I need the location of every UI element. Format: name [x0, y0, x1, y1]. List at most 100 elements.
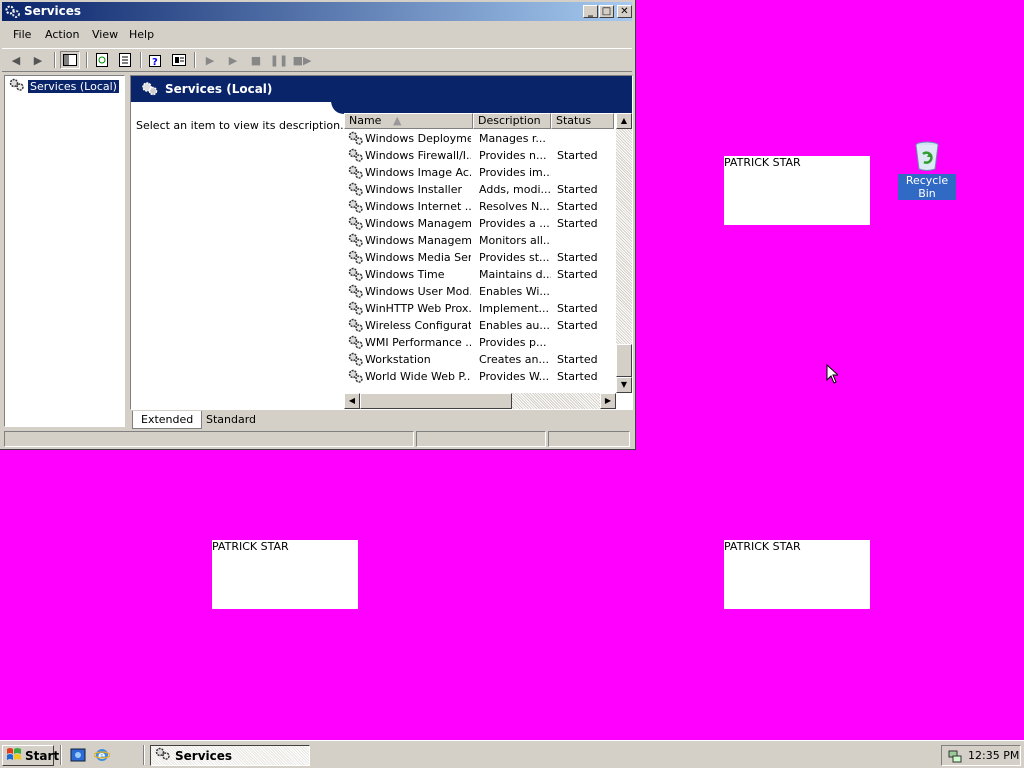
menu-file[interactable]: File [13, 28, 31, 41]
scroll-down-button[interactable]: ▼ [616, 377, 632, 393]
service-description: Provides W... [479, 370, 550, 383]
service-row[interactable]: Windows Firewall/I... Provides n... Starte… [344, 147, 614, 164]
recycle-bin[interactable]: Recycle Bin [898, 140, 956, 200]
horizontal-scroll-thumb[interactable] [360, 393, 512, 409]
help-icon[interactable]: ? [146, 51, 166, 69]
menu-bar: File Action View Help [2, 24, 632, 46]
service-row[interactable]: Windows Installer Adds, modi... Started [344, 181, 614, 198]
taskbar-services-button[interactable]: Services [150, 745, 310, 766]
mouse-cursor-icon [826, 364, 838, 384]
list-header: Name ▲ Description Status [344, 113, 614, 129]
service-row[interactable]: Windows Time Maintains d... Started [344, 266, 614, 283]
start-button[interactable]: Start [2, 745, 59, 766]
task-label: Services [175, 748, 233, 763]
details-pane: Services (Local) Select an item to view … [130, 75, 633, 410]
service-status: Started [557, 149, 598, 162]
service-name: Windows User Mod... [365, 285, 471, 298]
console-tree: Services (Local) [4, 75, 125, 427]
tab-standard[interactable]: Standard [198, 411, 264, 428]
service-row[interactable]: Windows User Mod... Enables Wi... [344, 283, 614, 300]
service-row[interactable]: World Wide Web P... Provides W... Started [344, 368, 614, 385]
windows-logo-icon [6, 747, 22, 764]
service-row[interactable]: Windows Internet ... Resolves N... Started [344, 198, 614, 215]
svg-text:e: e [98, 749, 105, 762]
export-list-icon[interactable] [115, 51, 135, 69]
service-row[interactable]: Windows Image Ac... Provides im... [344, 164, 614, 181]
column-header-status[interactable]: Status [551, 113, 614, 129]
service-status: Started [557, 319, 598, 332]
toolbar-separator [140, 52, 142, 68]
menu-help[interactable]: Help [129, 28, 154, 41]
services-gear-icon [5, 4, 21, 19]
svg-text:?: ? [152, 57, 158, 67]
menu-view[interactable]: View [92, 28, 118, 41]
title-bar[interactable]: Services _ □ ✕ [2, 2, 632, 21]
service-row[interactable]: Windows Media Ser... Provides st... Starte… [344, 249, 614, 266]
service-description: Resolves N... [479, 200, 550, 213]
services-gear-icon [155, 747, 171, 764]
service-row[interactable]: WMI Performance ... Provides p... [344, 334, 614, 351]
service-name: Windows Image Ac... [365, 166, 471, 179]
service-name: Windows Media Ser... [365, 251, 471, 264]
service-row[interactable]: Windows Deployme... Manages r... [344, 130, 614, 147]
service-status: Started [557, 302, 598, 315]
horizontal-scrollbar[interactable]: ◀ ▶ [344, 393, 616, 409]
vertical-scrollbar[interactable]: ▲ ▼ [616, 113, 632, 393]
toolbar-separator [86, 52, 88, 68]
show-hide-tree-icon[interactable] [60, 51, 80, 69]
tree-item-services-local[interactable]: Services (Local) [9, 78, 120, 95]
stop-service-icon[interactable]: ■ [246, 51, 266, 69]
service-status: Started [557, 183, 598, 196]
service-name: Wireless Configurat... [365, 319, 471, 332]
tree-item-label: Services (Local) [27, 78, 120, 94]
service-description: Provides im... [479, 166, 551, 179]
refresh-icon[interactable] [92, 51, 112, 69]
note-text: PATRICK STAR [724, 156, 801, 169]
back-arrow-icon[interactable]: ◀ [6, 51, 26, 69]
column-header-description[interactable]: Description [473, 113, 551, 129]
service-name: Workstation [365, 353, 431, 366]
menu-action[interactable]: Action [45, 28, 79, 41]
resume-service-icon[interactable]: ▶ [223, 51, 243, 69]
service-row[interactable]: WinHTTP Web Prox... Implement... Started [344, 300, 614, 317]
service-name: Windows Managem... [365, 234, 471, 247]
internet-explorer-icon[interactable]: e [93, 747, 111, 763]
scroll-up-button[interactable]: ▲ [616, 113, 632, 129]
pause-service-icon[interactable]: ❚❚ [269, 51, 289, 69]
taskbar: Start e Services 12:35 PM [0, 740, 1024, 768]
column-header-name[interactable]: Name ▲ [344, 113, 473, 129]
service-name: WMI Performance ... [365, 336, 471, 349]
start-service-icon[interactable]: ▶ [200, 51, 220, 69]
scroll-right-button[interactable]: ▶ [600, 393, 616, 409]
service-description: Provides n... [479, 149, 547, 162]
service-description: Provides st... [479, 251, 550, 264]
forward-arrow-icon[interactable]: ▶ [28, 51, 48, 69]
service-description: Implement... [479, 302, 550, 315]
service-row[interactable]: Workstation Creates an... Started [344, 351, 614, 368]
service-row[interactable]: Windows Managem... Monitors all... [344, 232, 614, 249]
scroll-left-button[interactable]: ◀ [344, 393, 360, 409]
restart-service-icon[interactable]: ■▶ [292, 51, 312, 69]
note-text: PATRICK STAR [724, 540, 801, 553]
service-row[interactable]: Wireless Configurat... Enables au... Start… [344, 317, 614, 334]
status-bar [2, 430, 632, 448]
services-gear-icon [9, 78, 25, 95]
close-button[interactable]: ✕ [617, 5, 632, 18]
pane-header: Services (Local) [131, 76, 632, 102]
view-tabs: Extended Standard [130, 410, 633, 429]
maximize-button[interactable]: □ [599, 5, 614, 18]
services-gear-icon [141, 81, 159, 100]
service-gear-icon [348, 369, 364, 389]
clock[interactable]: 12:35 PM [968, 749, 1019, 762]
service-row[interactable]: Windows Managem... Provides a ... Started [344, 215, 614, 232]
minimize-button[interactable]: _ [583, 5, 598, 18]
properties-icon[interactable] [169, 51, 189, 69]
recycle-bin-icon [912, 140, 942, 172]
service-status: Started [557, 353, 598, 366]
tab-label: Standard [206, 413, 257, 426]
tab-extended[interactable]: Extended [132, 411, 203, 429]
vertical-scroll-thumb[interactable] [616, 344, 632, 377]
network-icon[interactable] [947, 748, 963, 767]
show-desktop-icon[interactable] [70, 747, 86, 763]
status-panel [548, 431, 630, 447]
